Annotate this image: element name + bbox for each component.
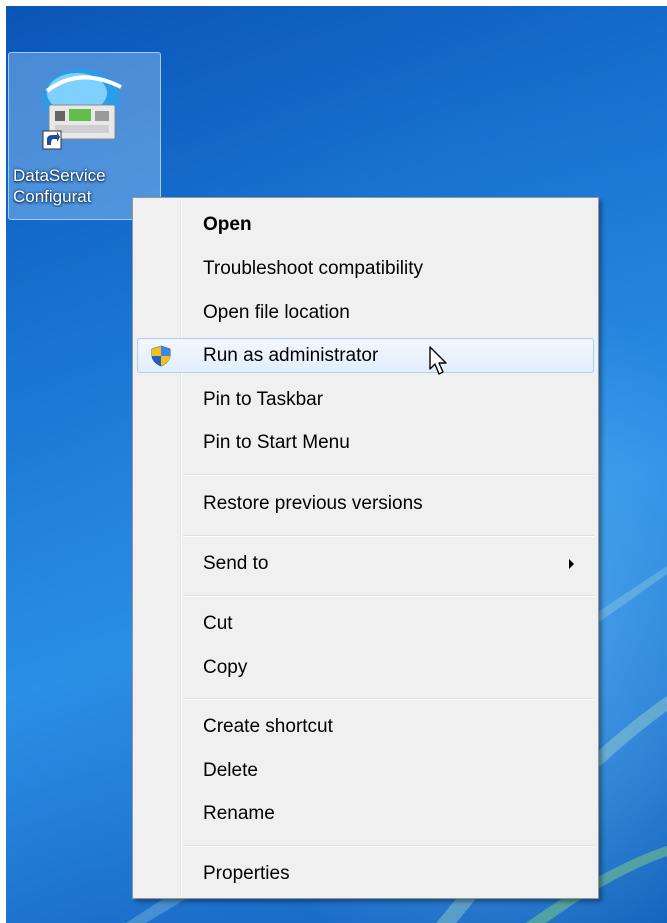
menu-item-label: Send to (203, 553, 269, 574)
menu-item-run-as-administrator[interactable]: Run as administrator (137, 338, 594, 373)
menu-item-label: Open (203, 214, 252, 235)
arrow-cursor-icon (429, 346, 447, 375)
desktop-shortcut-dataservice[interactable]: DataService Configurat (8, 52, 161, 220)
menu-separator (183, 595, 594, 597)
menu-item-open[interactable]: Open (137, 207, 594, 242)
menu-item-delete[interactable]: Delete (137, 753, 594, 788)
uac-shield-icon (151, 345, 171, 367)
menu-item-label: Delete (203, 760, 258, 781)
menu-item-rename[interactable]: Rename (137, 796, 594, 831)
menu-item-label: Copy (203, 657, 248, 678)
menu-item-pin-to-start-menu[interactable]: Pin to Start Menu (137, 425, 594, 460)
menu-separator (183, 845, 594, 847)
menu-item-pin-to-taskbar[interactable]: Pin to Taskbar (137, 382, 594, 417)
context-menu: Open Troubleshoot compatibility Open fil… (132, 197, 599, 899)
menu-item-label: Restore previous versions (203, 493, 423, 514)
menu-item-label: Create shortcut (203, 716, 333, 737)
menu-item-copy[interactable]: Copy (137, 650, 594, 685)
menu-item-label: Rename (203, 803, 275, 824)
menu-item-label: Pin to Taskbar (203, 389, 324, 410)
dataservice-app-icon (42, 69, 122, 150)
menu-item-label: Pin to Start Menu (203, 432, 350, 453)
menu-item-open-file-location[interactable]: Open file location (137, 295, 594, 330)
menu-item-send-to[interactable]: Send to (137, 546, 594, 581)
menu-item-properties[interactable]: Properties (137, 856, 594, 891)
menu-item-cut[interactable]: Cut (137, 606, 594, 641)
menu-item-create-shortcut[interactable]: Create shortcut (137, 709, 594, 744)
menu-separator (183, 474, 594, 476)
menu-item-label: Run as administrator (203, 345, 379, 366)
menu-item-label: Open file location (203, 302, 350, 323)
desktop-shortcut-label-line1: DataService (13, 166, 106, 185)
menu-item-label: Cut (203, 613, 233, 634)
menu-item-label: Properties (203, 863, 290, 884)
shortcut-arrow-icon (42, 130, 62, 150)
menu-separator (183, 535, 594, 537)
menu-item-label: Troubleshoot compatibility (203, 258, 424, 279)
menu-item-troubleshoot-compatibility[interactable]: Troubleshoot compatibility (137, 251, 594, 286)
submenu-arrow-icon (569, 559, 574, 569)
menu-separator (183, 698, 594, 700)
menu-item-restore-previous-versions[interactable]: Restore previous versions (137, 486, 594, 521)
